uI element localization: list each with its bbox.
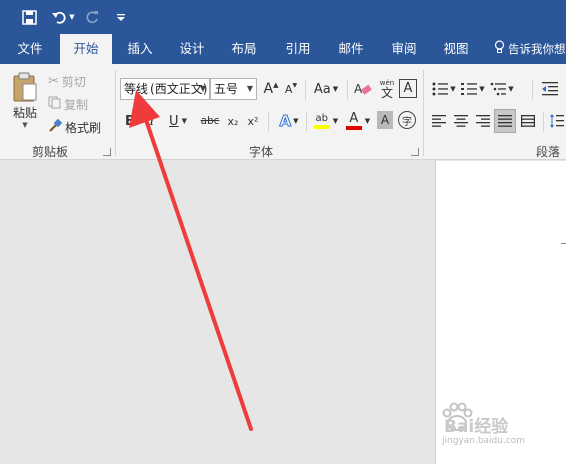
annotation-arrow (129, 90, 253, 431)
